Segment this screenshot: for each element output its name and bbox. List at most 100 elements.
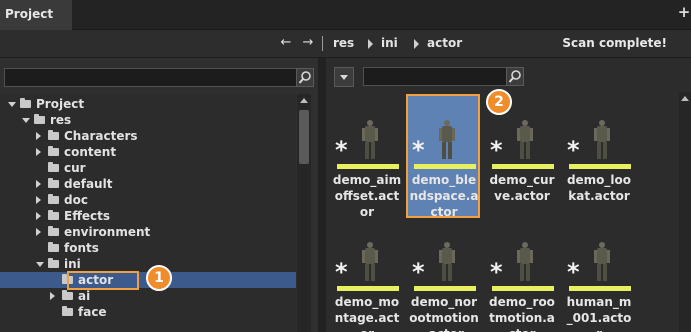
asset-name: demo_cur ve.actor [489, 173, 555, 203]
folder-icon [48, 162, 59, 172]
tree-item-label: res [50, 113, 72, 127]
expand-arrow-right-icon[interactable] [50, 292, 55, 300]
character-figure-icon [594, 120, 610, 160]
tree-item-label: ai [78, 289, 91, 303]
scroll-up-arrow-icon[interactable] [681, 96, 689, 101]
asset-star-icon: * [490, 136, 503, 164]
project-tab[interactable]: Project [0, 0, 72, 30]
tree-item-label: Characters [64, 129, 138, 143]
asset-tile[interactable]: * demo_loo kat.actor [563, 96, 635, 216]
asset-star-icon: * [335, 136, 348, 164]
tree-item-label: default [64, 177, 113, 191]
asset-name: demo_norootmotion.actor [409, 295, 479, 332]
expand-arrow-down-icon[interactable] [36, 262, 44, 267]
expand-arrow-right-icon[interactable] [36, 132, 41, 140]
folder-tree-panel: Project res Characters content cur default doc… [0, 58, 318, 332]
tree-item[interactable]: face [0, 304, 296, 320]
asset-tile[interactable]: * human_m_001.actor [563, 218, 635, 332]
expand-arrow-right-icon[interactable] [36, 196, 41, 204]
tree-search-input[interactable] [4, 68, 298, 87]
folder-icon [48, 242, 59, 252]
expand-arrow-right-icon[interactable] [36, 180, 41, 188]
navigation-bar: ← → res ini actor Scan complete! [0, 30, 691, 58]
folder-icon [20, 98, 31, 108]
character-figure-icon [362, 120, 378, 160]
tree-item[interactable]: environment [0, 224, 296, 240]
callout-badge-1: 1 [146, 265, 172, 291]
expand-arrow-right-icon[interactable] [36, 228, 41, 236]
character-figure-icon [517, 242, 533, 282]
folder-icon [48, 130, 59, 140]
asset-star-icon: * [412, 258, 425, 286]
asset-thumbnail: * [408, 96, 480, 169]
asset-name: demo_rootmotion.actor [489, 295, 555, 332]
folder-tree: Project res Characters content cur default doc… [0, 94, 296, 332]
asset-star-icon: * [567, 136, 580, 164]
asset-thumbnail: * [331, 218, 403, 291]
tree-item-label: ini [64, 257, 81, 271]
tree-item[interactable]: content [0, 144, 296, 160]
asset-search-input[interactable] [363, 67, 509, 86]
tree-item[interactable]: default [0, 176, 296, 192]
asset-name: human_m_001.actor [566, 295, 632, 332]
breadcrumb-actor[interactable]: actor [427, 36, 462, 50]
expand-arrow-right-icon[interactable] [36, 212, 41, 220]
back-arrow-icon[interactable]: ← [278, 35, 294, 51]
tree-search-button[interactable] [296, 68, 314, 87]
tree-item[interactable]: doc [0, 192, 296, 208]
breadcrumb-ini[interactable]: ini [381, 36, 398, 50]
tree-item[interactable]: res [0, 112, 296, 128]
expand-arrow-right-icon[interactable] [36, 148, 41, 156]
title-bar: Project + [0, 0, 691, 30]
magnifier-icon [508, 70, 521, 83]
character-figure-icon [362, 242, 378, 282]
folder-icon [48, 146, 59, 156]
tree-item-label: face [78, 305, 107, 319]
asset-thumbnail: * [563, 96, 635, 169]
breadcrumb-arrow-icon [414, 39, 419, 49]
folder-icon [48, 258, 59, 268]
tree-item[interactable]: fonts [0, 240, 296, 256]
asset-thumbnail: * [331, 96, 403, 169]
asset-star-icon: * [335, 258, 348, 286]
asset-tile[interactable]: * demo_rootmotion.actor [486, 218, 558, 332]
tree-scrollbar-thumb[interactable] [299, 110, 309, 164]
tree-item[interactable]: Project [0, 96, 296, 112]
asset-name: demo_montage.actor [334, 295, 400, 332]
filter-dropdown-button[interactable] [334, 67, 354, 87]
add-panel-icon[interactable]: + [677, 5, 691, 20]
expand-arrow-down-icon[interactable] [8, 102, 16, 107]
callout-badge-2: 2 [486, 89, 512, 115]
asset-tile[interactable]: * demo_ble ndspace.a ctor [406, 94, 480, 219]
asset-grid-scrollbar[interactable] [679, 92, 691, 332]
tree-item[interactable]: Characters [0, 128, 296, 144]
asset-tile[interactable]: * demo_montage.actor [331, 218, 403, 332]
tree-item[interactable]: Effects [0, 208, 296, 224]
asset-tile[interactable]: * demo_aim offset.act or [331, 96, 403, 219]
scroll-up-arrow-icon[interactable] [300, 98, 308, 103]
asset-thumbnail: * [563, 218, 635, 291]
tree-item[interactable]: cur [0, 160, 296, 176]
tree-item-label: doc [64, 193, 88, 207]
folder-icon [34, 114, 45, 124]
asset-thumbnail: * [486, 218, 558, 291]
tree-item-label: environment [64, 225, 151, 239]
tree-item-label: content [64, 145, 117, 159]
asset-type-bar [492, 164, 554, 169]
folder-icon [48, 178, 59, 188]
asset-name: demo_aim offset.act or [332, 173, 402, 219]
tree-item-label: cur [64, 161, 86, 175]
asset-tile[interactable]: * demo_norootmotion.actor [408, 218, 480, 332]
folder-icon [48, 210, 59, 220]
folder-icon [62, 306, 73, 316]
breadcrumb-res[interactable]: res [333, 36, 354, 50]
forward-arrow-icon[interactable]: → [300, 35, 316, 51]
tree-item[interactable]: ai [0, 288, 296, 304]
expand-arrow-down-icon[interactable] [22, 118, 30, 123]
asset-search-button[interactable] [506, 67, 524, 86]
asset-star-icon: * [412, 136, 425, 164]
tree-scrollbar[interactable] [297, 94, 311, 332]
asset-browser-panel: * demo_aim offset.act or * demo_ble ndspace.a c… [326, 58, 691, 332]
folder-icon [48, 226, 59, 236]
panel-splitter[interactable] [318, 58, 326, 332]
